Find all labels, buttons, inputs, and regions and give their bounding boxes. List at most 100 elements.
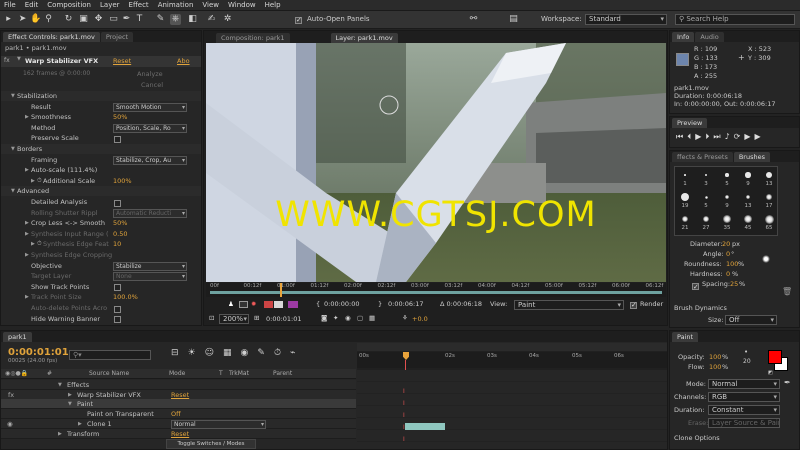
keyframe-icon[interactable]: I: [403, 436, 405, 443]
view-select[interactable]: Paint ▾: [514, 300, 624, 310]
clone-mode-select[interactable]: Normal: [171, 419, 266, 429]
channels-select[interactable]: RGB ▾: [708, 392, 780, 402]
expand-triangle-icon[interactable]: ▶: [25, 112, 29, 122]
header-parent[interactable]: Parent: [273, 370, 292, 377]
snapping-icon[interactable]: ⚯: [468, 14, 479, 25]
effect-property-row[interactable]: ▶ Additional Scale ⏱ 100%: [1, 176, 201, 186]
hand-tool-icon[interactable]: ✋: [30, 14, 41, 25]
expand-triangle-icon[interactable]: ▼: [68, 399, 72, 409]
menu-item-edit[interactable]: Edit: [25, 1, 39, 9]
expand-triangle-icon[interactable]: ▼: [58, 380, 62, 390]
shy-icon[interactable]: ☺: [205, 348, 223, 358]
camera-snapshot-icon[interactable]: ◙: [321, 314, 327, 322]
expand-triangle-icon[interactable]: ▶: [31, 239, 35, 249]
menu-item-composition[interactable]: Composition: [47, 1, 91, 9]
region-of-interest-icon[interactable]: ▢: [357, 314, 363, 322]
auto-keyframe-icon[interactable]: ⏱: [274, 348, 290, 358]
region-icon[interactable]: ✹: [251, 300, 256, 308]
property-value[interactable]: 100.0%: [113, 292, 138, 302]
transparency-grid-icon[interactable]: ▦: [369, 314, 375, 322]
toggle-switches-modes-button[interactable]: Toggle Switches / Modes: [166, 439, 256, 449]
timeline-property-row[interactable]: ▶ Clone 1 Normal ◉: [1, 418, 356, 429]
brush-tip[interactable]: [725, 195, 729, 199]
workspace-icon[interactable]: ▤: [508, 14, 519, 25]
camera-tool-icon[interactable]: ▣: [78, 14, 89, 25]
tab-composition[interactable]: Composition: park1: [216, 33, 290, 43]
default-colors-icon[interactable]: ◩: [768, 370, 773, 376]
property-value[interactable]: 10: [113, 239, 121, 249]
show-snapshot-icon[interactable]: ✦: [333, 314, 338, 322]
cancel-button[interactable]: Cancel: [141, 81, 163, 89]
pen-tool-icon[interactable]: ✒: [121, 14, 132, 25]
brush-tip[interactable]: [680, 192, 690, 202]
expand-triangle-icon[interactable]: ▶: [25, 165, 29, 175]
expand-triangle-icon[interactable]: ▼: [11, 144, 15, 154]
angle-value[interactable]: 0: [726, 249, 730, 259]
expand-triangle-icon[interactable]: ▶: [58, 429, 62, 439]
tab-brushes[interactable]: Brushes: [733, 152, 770, 162]
first-frame-icon[interactable]: ⏮: [676, 132, 687, 141]
property-checkbox[interactable]: [114, 198, 121, 208]
delete-brush-icon[interactable]: 🗑: [782, 287, 792, 296]
brush-tip[interactable]: [682, 216, 688, 222]
duration-select[interactable]: Constant ▾: [708, 405, 780, 415]
menu-item-layer[interactable]: Layer: [100, 1, 120, 9]
expand-triangle-icon[interactable]: ▶: [31, 176, 35, 186]
header-mode[interactable]: Mode: [169, 370, 185, 377]
paint-mode-select[interactable]: Normal ▾: [708, 379, 780, 389]
alpha-icon[interactable]: [239, 301, 248, 308]
brush-tip[interactable]: [765, 171, 773, 179]
prev-frame-icon[interactable]: ⏴: [687, 132, 695, 141]
magnifier-icon[interactable]: ⊡: [209, 314, 214, 322]
comp-mini-flowchart-icon[interactable]: ⊟: [171, 348, 188, 358]
expand-triangle-icon[interactable]: ▶: [25, 218, 29, 228]
tab-project[interactable]: Project: [100, 32, 134, 42]
stopwatch-icon[interactable]: ⏱: [37, 239, 42, 249]
timeline-search-input[interactable]: ⚲▾: [69, 350, 151, 360]
search-help-input[interactable]: ⚲ Search Help: [675, 14, 795, 25]
ram-preview-icon[interactable]: ▶▶: [744, 132, 764, 141]
brush-tips-grid[interactable]: 1 3 5 9 13 19 5 9 13 17 21 27 35 45 65: [674, 166, 778, 236]
menu-item-help[interactable]: Help: [265, 1, 281, 9]
opacity-value[interactable]: 100: [709, 352, 721, 362]
loop-icon[interactable]: ⟳: [734, 132, 745, 141]
render-checkbox[interactable]: [630, 301, 637, 309]
viewer-current-time[interactable]: 0:00:01:01: [266, 315, 302, 323]
property-value[interactable]: 0.50: [113, 229, 127, 239]
spacing-value[interactable]: 25: [730, 279, 738, 289]
expand-triangle-icon[interactable]: ▼: [11, 91, 15, 101]
foreground-color-swatch[interactable]: [768, 350, 782, 364]
clone-1-duration-bar[interactable]: [405, 423, 445, 430]
zoom-tool-icon[interactable]: ⚲: [43, 14, 54, 25]
workspace-select[interactable]: Standard ▾: [585, 14, 667, 25]
menu-item-file[interactable]: File: [4, 1, 16, 9]
tab-effects-presets[interactable]: ffects & Presets: [672, 152, 733, 162]
effect-property-row[interactable]: ▶ Smoothness 50%: [1, 112, 201, 122]
brush-tip[interactable]: [766, 194, 772, 200]
header-t[interactable]: T: [219, 370, 223, 377]
tab-timeline-park1[interactable]: park1: [3, 332, 32, 342]
rotate-tool-icon[interactable]: ↻: [63, 14, 74, 25]
tab-paint[interactable]: Paint: [672, 332, 699, 342]
effect-property-row[interactable]: Objective Stabilize: [1, 261, 201, 271]
timeline-current-time[interactable]: 0:00:01:01: [8, 347, 69, 358]
keyframe-icon[interactable]: I: [403, 400, 405, 407]
home-icon[interactable]: ▸: [3, 14, 14, 25]
property-select[interactable]: Automatic Reducti: [113, 208, 187, 218]
effect-property-row[interactable]: Preserve Scale: [1, 133, 201, 143]
color-label-icon[interactable]: [288, 301, 298, 308]
type-tool-icon[interactable]: T: [134, 14, 145, 25]
erase-select[interactable]: Layer Source & Paint: [708, 418, 780, 428]
diameter-value[interactable]: 20: [722, 239, 730, 249]
clone-options-heading[interactable]: Clone Options: [674, 434, 720, 442]
brush-tip[interactable]: [723, 215, 731, 223]
flow-value[interactable]: 100: [709, 362, 721, 372]
audio-icon[interactable]: ♪: [725, 132, 734, 141]
property-select[interactable]: Smooth Motion: [113, 102, 187, 112]
brush-tip[interactable]: [745, 194, 751, 200]
property-checkbox[interactable]: [114, 134, 121, 144]
render-icon[interactable]: [274, 301, 283, 308]
roundness-value[interactable]: 100: [726, 259, 738, 269]
expand-triangle-icon[interactable]: ▶: [68, 390, 72, 400]
brush-tip[interactable]: [764, 214, 774, 224]
